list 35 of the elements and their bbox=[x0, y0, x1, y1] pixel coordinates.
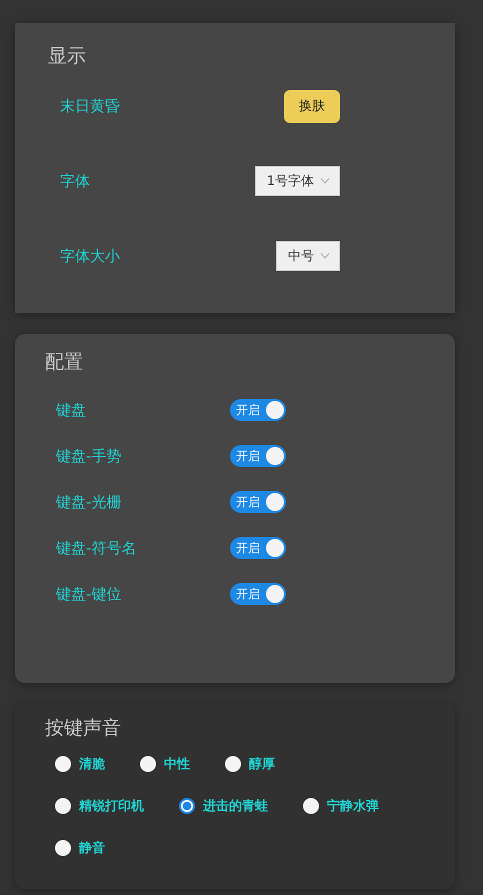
section-title: 配置 bbox=[45, 350, 84, 375]
radio-label[interactable]: 醇厚 bbox=[249, 755, 275, 773]
radio-button[interactable] bbox=[303, 798, 319, 814]
setting-label: 键盘-光栅 bbox=[56, 492, 122, 512]
setting-label: 键盘-符号名 bbox=[56, 538, 138, 558]
radio-label[interactable]: 清脆 bbox=[79, 755, 105, 773]
radio-button[interactable] bbox=[225, 756, 241, 772]
toggle-switch[interactable]: 开启 bbox=[230, 399, 286, 421]
section-title: 显示 bbox=[48, 44, 87, 69]
radio-label[interactable]: 宁静水弹 bbox=[327, 797, 379, 815]
radio-label[interactable]: 静音 bbox=[79, 839, 105, 857]
caret-icon bbox=[320, 178, 330, 184]
toggle-switch[interactable]: 开启 bbox=[230, 583, 286, 605]
radio-button[interactable] bbox=[140, 756, 156, 772]
setting-label: 末日黄昏 bbox=[60, 96, 120, 116]
toggle-switch[interactable]: 开启 bbox=[230, 537, 286, 559]
setting-label: 键盘-键位 bbox=[56, 584, 122, 604]
radio-button[interactable] bbox=[55, 798, 71, 814]
setting-label: 字体 bbox=[60, 172, 90, 190]
radio-button[interactable] bbox=[55, 840, 71, 856]
dropdown-select[interactable]: 中号 bbox=[276, 241, 340, 271]
skin-button[interactable]: 换肤 bbox=[284, 90, 340, 122]
radio-label[interactable]: 进击的青蛙 bbox=[203, 797, 268, 815]
radio-label[interactable]: 精锐打印机 bbox=[79, 797, 144, 815]
radio-button[interactable] bbox=[179, 798, 195, 814]
setting-label: 字体大小 bbox=[60, 246, 120, 266]
dropdown-select[interactable]: 1号字体 bbox=[254, 166, 340, 196]
toggle-switch[interactable]: 开启 bbox=[230, 491, 286, 513]
radio-button[interactable] bbox=[55, 756, 71, 772]
setting-label: 键盘-手势 bbox=[56, 446, 122, 466]
setting-label: 键盘 bbox=[56, 400, 87, 420]
caret-icon bbox=[320, 253, 330, 259]
toggle-switch[interactable]: 开启 bbox=[230, 445, 286, 467]
radio-label[interactable]: 中性 bbox=[164, 755, 190, 773]
section-title: 按键声音 bbox=[45, 716, 122, 741]
